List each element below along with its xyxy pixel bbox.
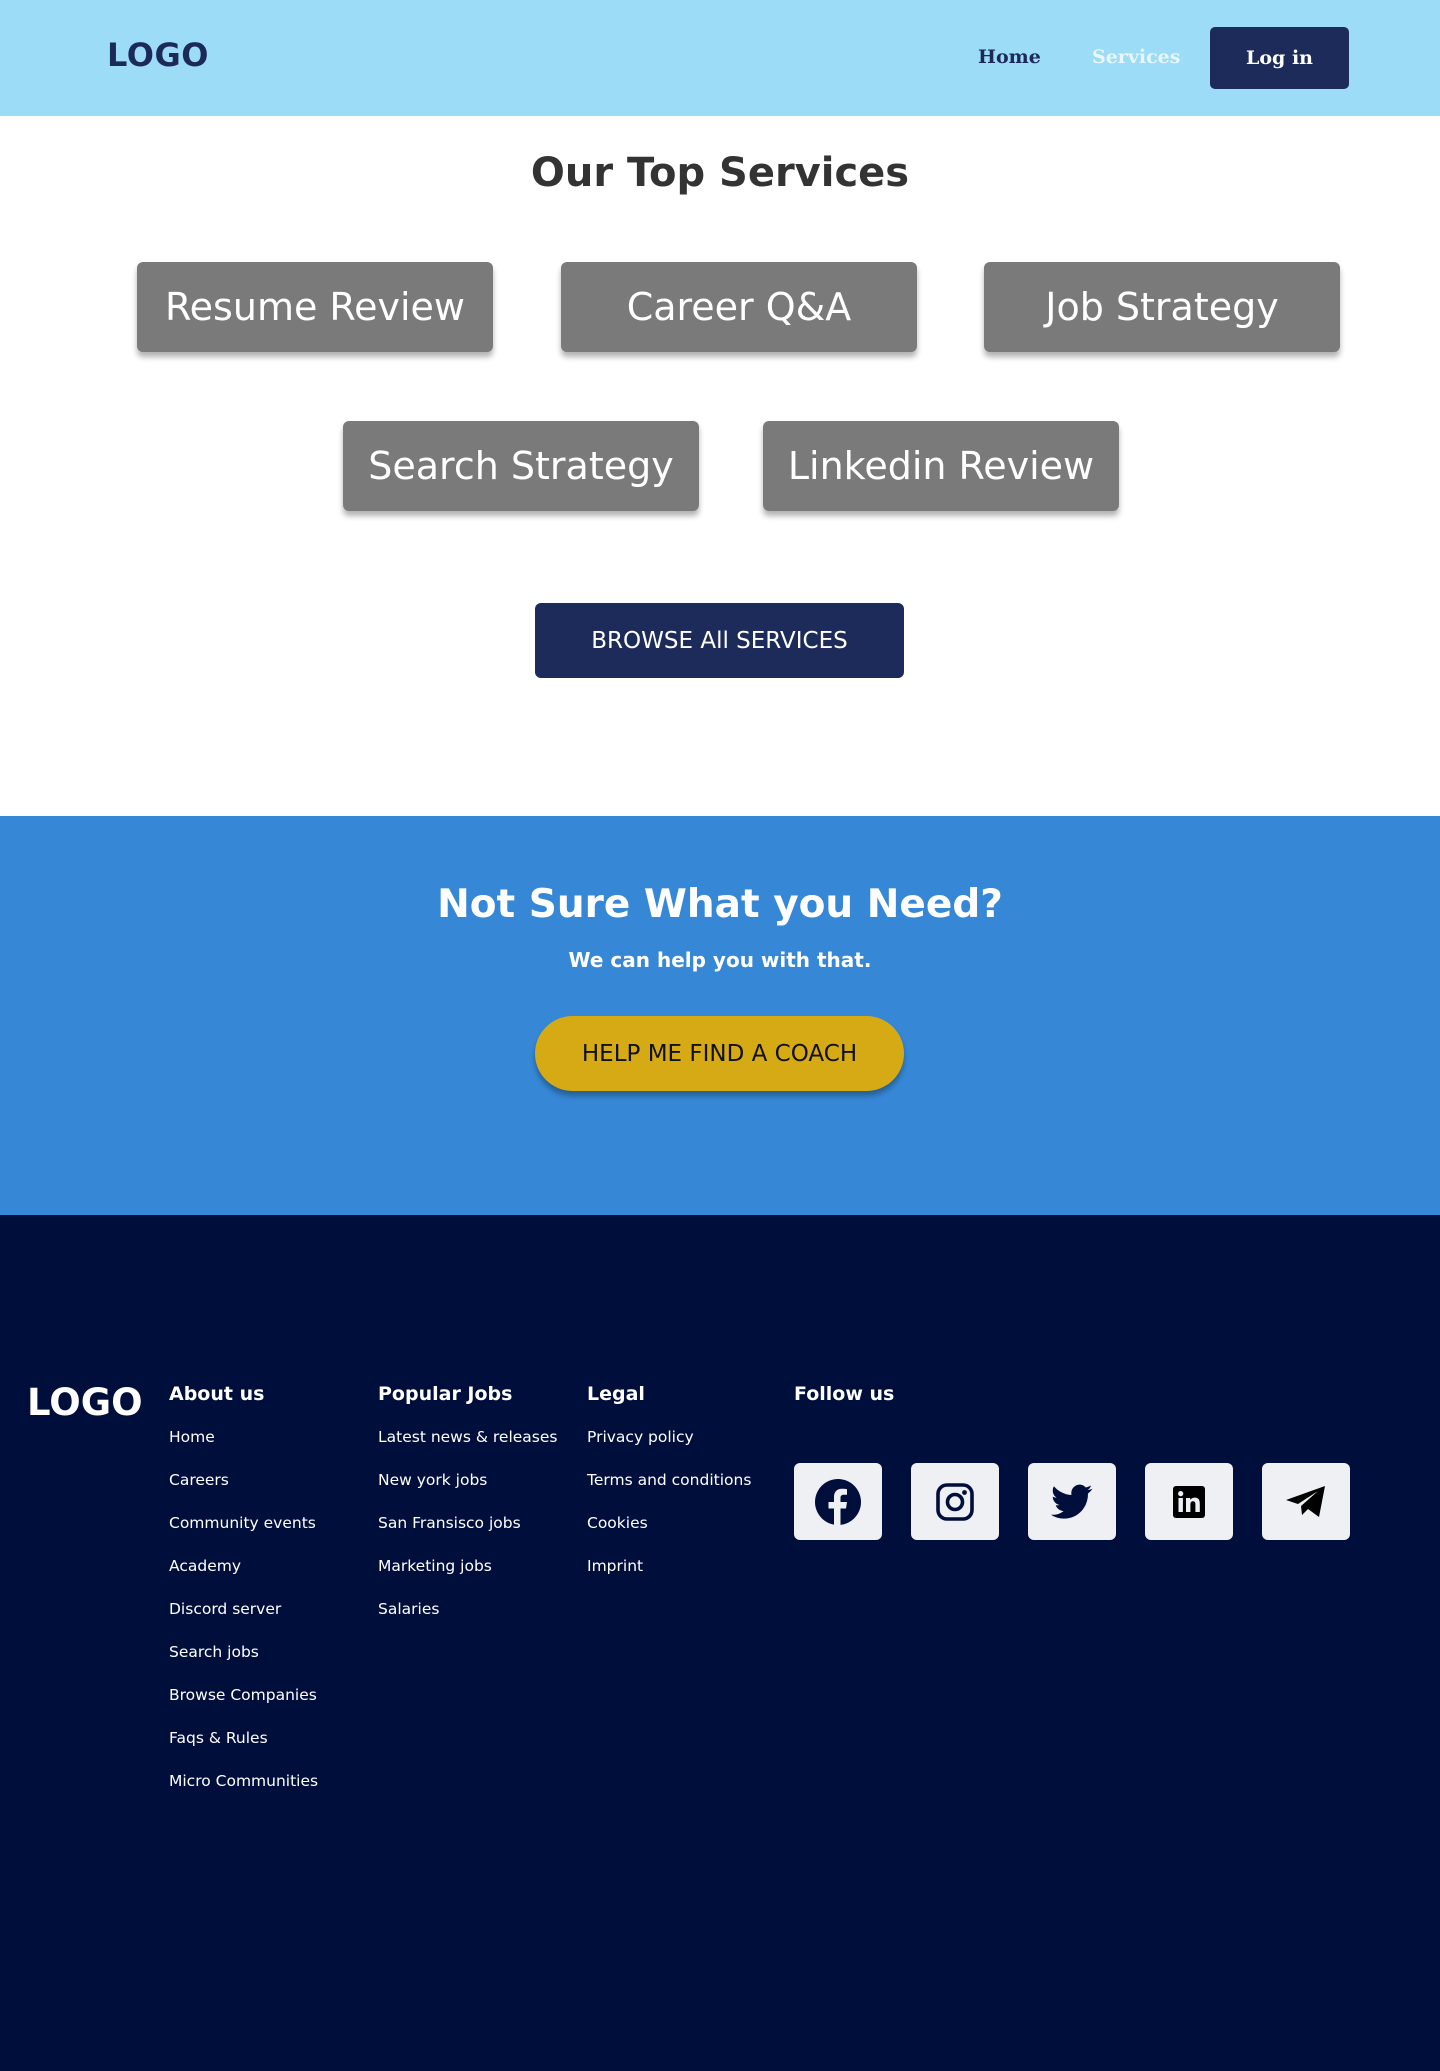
service-card-search-strategy[interactable]: Search Strategy — [343, 421, 699, 511]
instagram-button[interactable] — [911, 1463, 999, 1540]
footer-logo[interactable]: LOGO — [27, 1381, 143, 1424]
site-header: LOGO Home Services Log in — [0, 0, 1440, 116]
footer-link-cookies[interactable]: Cookies — [587, 1513, 751, 1556]
footer-link-imprint[interactable]: Imprint — [587, 1556, 751, 1599]
footer-about-column: About us Home Careers Community events A… — [169, 1383, 318, 1814]
instagram-icon — [936, 1482, 974, 1521]
header-logo[interactable]: LOGO — [107, 36, 209, 74]
twitter-button[interactable] — [1028, 1463, 1116, 1540]
nav-home-link[interactable]: Home — [978, 46, 1041, 68]
footer-link-salaries[interactable]: Salaries — [378, 1599, 557, 1642]
footer-link-careers[interactable]: Careers — [169, 1470, 318, 1513]
footer-link-discord-server[interactable]: Discord server — [169, 1599, 318, 1642]
footer-link-faqs-rules[interactable]: Faqs & Rules — [169, 1728, 318, 1771]
footer-link-latest-news[interactable]: Latest news & releases — [378, 1427, 557, 1470]
site-footer: LOGO About us Home Careers Community eve… — [0, 1215, 1440, 2071]
footer-link-marketing-jobs[interactable]: Marketing jobs — [378, 1556, 557, 1599]
linkedin-button[interactable] — [1145, 1463, 1233, 1540]
service-card-resume-review[interactable]: Resume Review — [137, 262, 493, 352]
footer-link-community-events[interactable]: Community events — [169, 1513, 318, 1556]
twitter-icon — [1051, 1484, 1093, 1519]
telegram-button[interactable] — [1262, 1463, 1350, 1540]
footer-jobs-heading: Popular Jobs — [378, 1383, 513, 1405]
footer-legal-column: Legal Privacy policy Terms and condition… — [587, 1383, 751, 1599]
footer-link-browse-companies[interactable]: Browse Companies — [169, 1685, 318, 1728]
footer-link-academy[interactable]: Academy — [169, 1556, 318, 1599]
footer-link-search-jobs[interactable]: Search jobs — [169, 1642, 318, 1685]
footer-link-san-fransisco-jobs[interactable]: San Fransisco jobs — [378, 1513, 557, 1556]
footer-link-micro-communities[interactable]: Micro Communities — [169, 1771, 318, 1814]
telegram-icon — [1286, 1485, 1325, 1517]
footer-about-heading: About us — [169, 1383, 265, 1405]
nav-services-link[interactable]: Services — [1092, 46, 1180, 68]
services-title: Our Top Services — [530, 150, 910, 196]
linkedin-icon — [1173, 1485, 1205, 1518]
service-card-job-strategy[interactable]: Job Strategy — [984, 262, 1340, 352]
service-card-linkedin-review[interactable]: Linkedin Review — [763, 421, 1119, 511]
browse-all-services-button[interactable]: BROWSE All SERVICES — [535, 603, 904, 678]
cta-title: Not Sure What you Need? — [437, 882, 1003, 927]
find-coach-button[interactable]: HELP ME FIND A COACH — [535, 1016, 904, 1091]
facebook-icon — [815, 1478, 861, 1526]
facebook-button[interactable] — [794, 1463, 882, 1540]
footer-follow-column: Follow us — [794, 1383, 894, 1427]
service-card-career-qa[interactable]: Career Q&A — [561, 262, 917, 352]
login-button[interactable]: Log in — [1210, 27, 1349, 89]
find-coach-section: Not Sure What you Need? We can help you … — [0, 816, 1440, 1215]
footer-link-privacy-policy[interactable]: Privacy policy — [587, 1427, 751, 1470]
footer-link-terms[interactable]: Terms and conditions — [587, 1470, 751, 1513]
footer-legal-heading: Legal — [587, 1383, 645, 1405]
footer-jobs-column: Popular Jobs Latest news & releases New … — [378, 1383, 557, 1642]
cta-subtitle: We can help you with that. — [568, 948, 872, 972]
footer-follow-heading: Follow us — [794, 1383, 895, 1405]
footer-link-new-york-jobs[interactable]: New york jobs — [378, 1470, 557, 1513]
footer-link-home[interactable]: Home — [169, 1427, 318, 1470]
